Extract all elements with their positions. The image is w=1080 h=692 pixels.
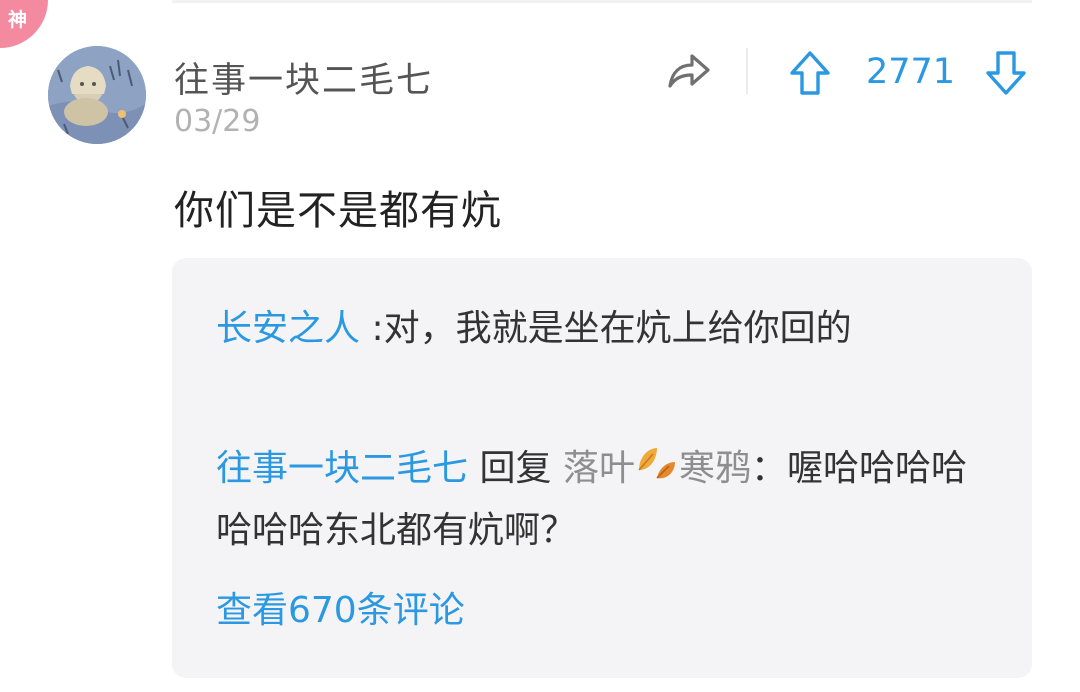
share-arrow-icon (668, 54, 710, 88)
comment-card: 神 往事一块二毛七 03/29 2771 你们是不是都有炕 长安之人:对，我就… (0, 0, 1080, 692)
avatar[interactable] (48, 46, 146, 144)
avatar-image-icon (48, 46, 146, 144)
reply-separator: ： (750, 448, 787, 489)
comment-content: 你们是不是都有炕 (174, 188, 502, 234)
reply-preview-box[interactable]: 长安之人 :对，我就是坐在炕上给你回的 往事一块二毛七 回复 落叶 寒鸦：喔哈哈哈… (172, 258, 1032, 678)
post-date: 03/29 (174, 104, 261, 139)
reply-target-user[interactable]: 落叶 寒鸦 (563, 448, 751, 489)
username[interactable]: 往事一块二毛七 (174, 52, 433, 103)
upvote-button[interactable] (788, 50, 832, 96)
god-comment-badge: 神 (0, 0, 48, 48)
downvote-button[interactable] (984, 50, 1028, 96)
arrow-up-icon (790, 51, 830, 95)
reply-author[interactable]: 往事一块二毛七 (216, 448, 468, 489)
reply-separator: : (371, 308, 384, 349)
god-badge-label: 神 (8, 9, 28, 31)
arrow-down-icon (986, 51, 1026, 95)
top-divider (172, 0, 1032, 3)
reply-item[interactable]: 往事一块二毛七 回复 落叶 寒鸦：喔哈哈哈哈哈哈哈东北都有炕啊？ (216, 438, 996, 562)
view-all-comments-link[interactable]: 查看670条评论 (216, 580, 465, 642)
reply-author[interactable]: 长安之人 (216, 308, 360, 349)
reply-text: 对，我就是坐在炕上给你回的 (383, 308, 852, 349)
reply-word: 回复 (479, 448, 552, 489)
share-button[interactable] (666, 50, 712, 94)
vote-count: 2771 (866, 52, 956, 92)
vertical-divider (746, 48, 748, 94)
leaf-emoji-icon (638, 448, 675, 479)
reply-item[interactable]: 长安之人 :对，我就是坐在炕上给你回的 (216, 298, 996, 360)
reply-target-name: 落叶 (562, 448, 635, 489)
reply-target-suffix: 寒鸦 (678, 448, 751, 489)
